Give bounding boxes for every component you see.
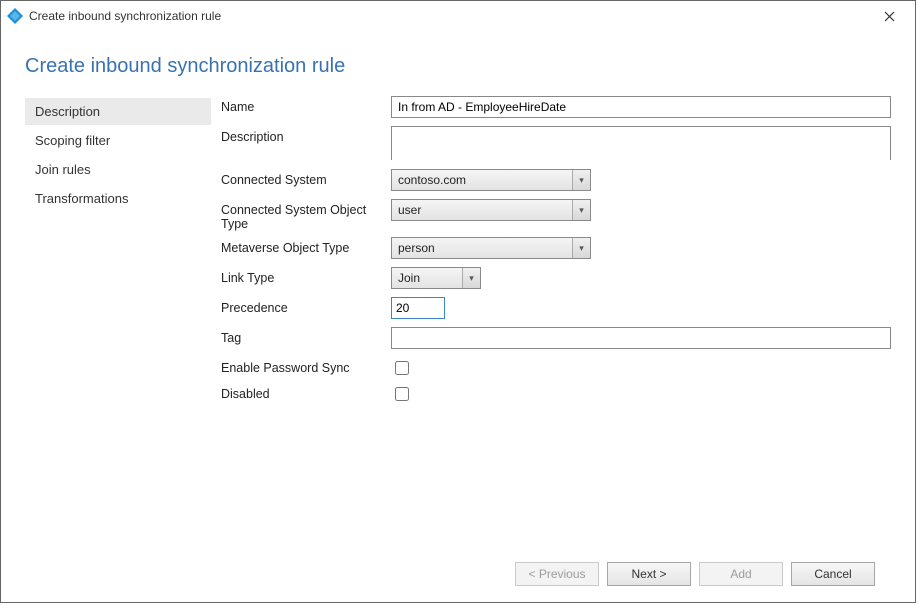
- precedence-label: Precedence: [221, 297, 391, 315]
- cs-object-type-label: Connected System Object Type: [221, 199, 391, 231]
- disabled-checkbox[interactable]: [395, 387, 409, 401]
- name-label: Name: [221, 96, 391, 114]
- mv-object-type-label: Metaverse Object Type: [221, 237, 391, 255]
- precedence-input[interactable]: [391, 297, 445, 319]
- dropdown-value: person: [392, 238, 572, 258]
- close-icon: [884, 11, 895, 22]
- window-title: Create inbound synchronization rule: [29, 9, 221, 23]
- titlebar: Create inbound synchronization rule: [1, 1, 915, 31]
- mv-object-type-dropdown[interactable]: person ▾: [391, 237, 591, 259]
- sidebar-item-label: Join rules: [35, 162, 91, 177]
- page-title: Create inbound synchronization rule: [25, 55, 891, 78]
- sidebar-item-label: Description: [35, 104, 100, 119]
- form-panel: Name Description Connected System: [211, 94, 891, 556]
- footer-buttons: < Previous Next > Add Cancel: [25, 556, 891, 602]
- add-button[interactable]: Add: [699, 562, 783, 586]
- next-button[interactable]: Next >: [607, 562, 691, 586]
- dialog-window: Create inbound synchronization rule Crea…: [0, 0, 916, 603]
- chevron-down-icon: ▾: [572, 170, 590, 190]
- cs-object-type-dropdown[interactable]: user ▾: [391, 199, 591, 221]
- chevron-down-icon: ▾: [462, 268, 480, 288]
- sidebar-item-label: Transformations: [35, 191, 128, 206]
- dropdown-value: Join: [392, 268, 462, 288]
- connected-system-label: Connected System: [221, 169, 391, 187]
- content-area: Description Scoping filter Join rules Tr…: [25, 94, 891, 556]
- tag-input[interactable]: [391, 327, 891, 349]
- chevron-down-icon: ▾: [572, 200, 590, 220]
- sidebar-item-scoping-filter[interactable]: Scoping filter: [25, 127, 211, 154]
- sidebar-item-description[interactable]: Description: [25, 98, 211, 125]
- dropdown-value: user: [392, 200, 572, 220]
- enable-password-sync-checkbox[interactable]: [395, 361, 409, 375]
- chevron-down-icon: ▾: [572, 238, 590, 258]
- dropdown-value: contoso.com: [392, 170, 572, 190]
- description-input[interactable]: [391, 126, 891, 160]
- tag-label: Tag: [221, 327, 391, 345]
- enable-password-sync-label: Enable Password Sync: [221, 357, 391, 375]
- description-label: Description: [221, 126, 391, 144]
- step-sidebar: Description Scoping filter Join rules Tr…: [25, 94, 211, 556]
- close-button[interactable]: [869, 2, 909, 30]
- link-type-label: Link Type: [221, 267, 391, 285]
- cancel-button[interactable]: Cancel: [791, 562, 875, 586]
- name-input[interactable]: [391, 96, 891, 118]
- app-icon: [7, 8, 23, 24]
- previous-button[interactable]: < Previous: [515, 562, 599, 586]
- disabled-label: Disabled: [221, 383, 391, 401]
- link-type-dropdown[interactable]: Join ▾: [391, 267, 481, 289]
- dialog-body: Create inbound synchronization rule Desc…: [1, 31, 915, 602]
- sidebar-item-transformations[interactable]: Transformations: [25, 185, 211, 212]
- sidebar-item-join-rules[interactable]: Join rules: [25, 156, 211, 183]
- connected-system-dropdown[interactable]: contoso.com ▾: [391, 169, 591, 191]
- sidebar-item-label: Scoping filter: [35, 133, 110, 148]
